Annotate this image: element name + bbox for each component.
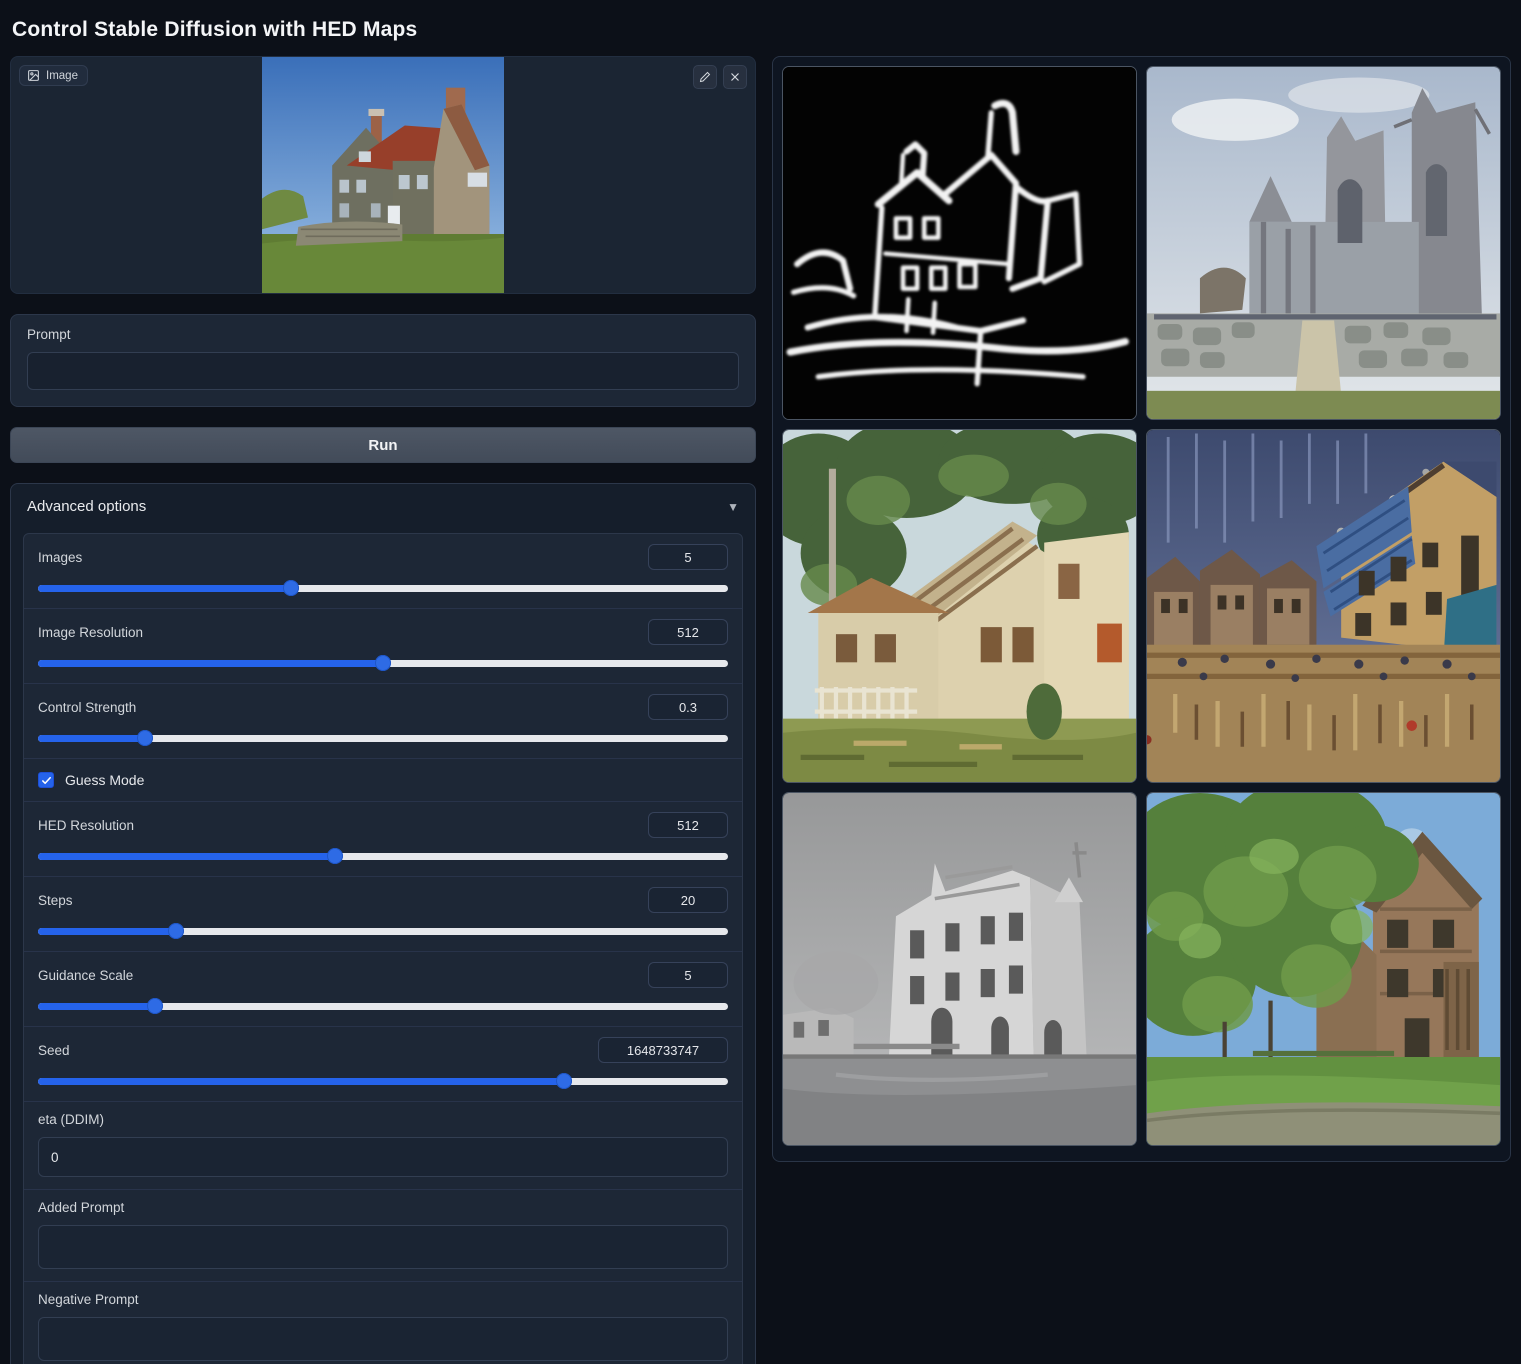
clear-image-button[interactable] bbox=[723, 65, 747, 89]
negative-prompt-row: Negative Prompt bbox=[24, 1281, 742, 1364]
added-prompt-label: Added Prompt bbox=[38, 1200, 728, 1215]
slider-row-steps: Steps 20 bbox=[24, 876, 742, 951]
images-number-input[interactable]: 5 bbox=[648, 544, 728, 570]
advanced-options-title: Advanced options bbox=[27, 498, 146, 515]
gallery-item-hed-edge-map[interactable] bbox=[782, 66, 1137, 420]
slider-handle[interactable] bbox=[168, 923, 184, 939]
checkbox-checked-icon bbox=[38, 772, 54, 788]
slider-handle[interactable] bbox=[147, 998, 163, 1014]
added-prompt-row: Added Prompt bbox=[24, 1189, 742, 1281]
uploaded-house-photo[interactable] bbox=[262, 57, 504, 293]
slider-handle[interactable] bbox=[283, 580, 299, 596]
advanced-options-panel: Advanced options ▼ Images 5 bbox=[10, 483, 756, 1364]
gallery-item-impressionist-street[interactable] bbox=[1146, 429, 1501, 783]
added-prompt-input[interactable] bbox=[38, 1225, 728, 1269]
image-resolution-number-input[interactable]: 512 bbox=[648, 619, 728, 645]
eta-label: eta (DDIM) bbox=[38, 1112, 728, 1127]
guess-mode-checkbox[interactable]: Guess Mode bbox=[24, 758, 742, 801]
hed-resolution-slider[interactable] bbox=[38, 848, 728, 864]
edit-image-button[interactable] bbox=[693, 65, 717, 89]
run-button[interactable]: Run bbox=[10, 427, 756, 463]
input-image-panel[interactable]: Image bbox=[10, 56, 756, 294]
slider-row-image-resolution: Image Resolution 512 bbox=[24, 608, 742, 683]
steps-slider[interactable] bbox=[38, 923, 728, 939]
prompt-panel: Prompt bbox=[10, 314, 756, 407]
image-resolution-label: Image Resolution bbox=[38, 625, 143, 640]
gallery-item-house-in-trees[interactable] bbox=[1146, 792, 1501, 1146]
control-strength-slider[interactable] bbox=[38, 730, 728, 746]
image-resolution-slider[interactable] bbox=[38, 655, 728, 671]
image-label: Image bbox=[46, 70, 78, 82]
prompt-label: Prompt bbox=[27, 327, 739, 342]
advanced-options-form: Images 5 Image Resolution 512 bbox=[23, 533, 743, 1364]
results-gallery bbox=[772, 56, 1511, 1162]
guidance-scale-slider[interactable] bbox=[38, 998, 728, 1014]
images-label: Images bbox=[38, 550, 82, 565]
control-strength-number-input[interactable]: 0.3 bbox=[648, 694, 728, 720]
image-type-chip: Image bbox=[19, 65, 88, 86]
guidance-scale-number-input[interactable]: 5 bbox=[648, 962, 728, 988]
negative-prompt-input[interactable] bbox=[38, 1317, 728, 1361]
seed-slider[interactable] bbox=[38, 1073, 728, 1089]
slider-row-control-strength: Control Strength 0.3 bbox=[24, 683, 742, 758]
eta-row: eta (DDIM) 0 bbox=[24, 1101, 742, 1189]
gallery-item-cottage-painting[interactable] bbox=[782, 429, 1137, 783]
gallery-item-grayscale-building[interactable] bbox=[782, 792, 1137, 1146]
close-icon bbox=[729, 71, 741, 83]
app-page: Control Stable Diffusion with HED Maps I… bbox=[0, 0, 1521, 1364]
gallery-item-gothic-cathedral[interactable] bbox=[1146, 66, 1501, 420]
steps-label: Steps bbox=[38, 893, 73, 908]
advanced-options-header[interactable]: Advanced options ▼ bbox=[11, 484, 755, 529]
slider-handle[interactable] bbox=[137, 730, 153, 746]
image-icon bbox=[27, 69, 40, 82]
control-strength-label: Control Strength bbox=[38, 700, 136, 715]
guidance-scale-label: Guidance Scale bbox=[38, 968, 133, 983]
hed-resolution-number-input[interactable]: 512 bbox=[648, 812, 728, 838]
seed-number-input[interactable]: 1648733747 bbox=[598, 1037, 728, 1063]
prompt-input[interactable] bbox=[27, 352, 739, 390]
seed-label: Seed bbox=[38, 1043, 70, 1058]
slider-row-hed-resolution: HED Resolution 512 bbox=[24, 801, 742, 876]
images-slider[interactable] bbox=[38, 580, 728, 596]
negative-prompt-label: Negative Prompt bbox=[38, 1292, 728, 1307]
caret-down-icon: ▼ bbox=[727, 500, 739, 514]
eta-input[interactable]: 0 bbox=[38, 1137, 728, 1177]
steps-number-input[interactable]: 20 bbox=[648, 887, 728, 913]
slider-handle[interactable] bbox=[556, 1073, 572, 1089]
page-title: Control Stable Diffusion with HED Maps bbox=[10, 10, 1511, 56]
slider-row-images: Images 5 bbox=[24, 534, 742, 608]
slider-handle[interactable] bbox=[375, 655, 391, 671]
guess-mode-label: Guess Mode bbox=[65, 772, 144, 788]
slider-row-seed: Seed 1648733747 bbox=[24, 1026, 742, 1101]
hed-resolution-label: HED Resolution bbox=[38, 818, 134, 833]
slider-row-guidance-scale: Guidance Scale 5 bbox=[24, 951, 742, 1026]
pencil-icon bbox=[699, 71, 711, 83]
slider-handle[interactable] bbox=[327, 848, 343, 864]
